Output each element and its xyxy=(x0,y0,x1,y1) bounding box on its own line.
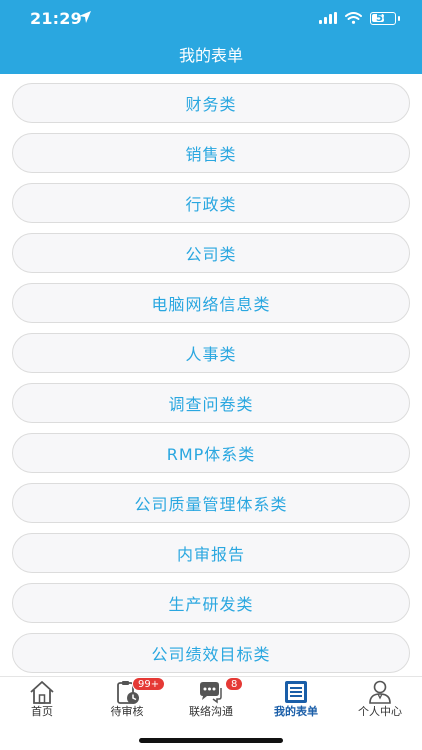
tab-my-forms[interactable]: 我的表单 xyxy=(254,677,338,725)
menu-item-hr[interactable]: 人事类 xyxy=(12,333,410,373)
tab-profile-label: 个人中心 xyxy=(358,705,402,718)
message-count-badge: 8 xyxy=(225,677,244,691)
tab-home-label: 首页 xyxy=(31,705,53,718)
menu-item-administration[interactable]: 行政类 xyxy=(12,183,410,223)
menu-item-it-network[interactable]: 电脑网络信息类 xyxy=(12,283,410,323)
menu-item-quality[interactable]: 公司质量管理体系类 xyxy=(12,483,410,523)
status-icons: 56 xyxy=(319,10,400,26)
menu-item-survey[interactable]: 调查问卷类 xyxy=(12,383,410,423)
location-arrow-icon xyxy=(79,11,91,23)
tab-pending-review-label: 待审核 xyxy=(110,705,144,718)
list-form-icon xyxy=(285,681,307,703)
tab-my-forms-label: 我的表单 xyxy=(274,705,318,718)
menu-item-company[interactable]: 公司类 xyxy=(12,233,410,273)
home-indicator xyxy=(139,738,283,743)
menu-item-audit-report[interactable]: 内审报告 xyxy=(12,533,410,573)
wifi-icon xyxy=(345,12,362,24)
status-bar: 21:29 56 xyxy=(0,0,422,36)
user-icon xyxy=(369,680,391,704)
battery-cap xyxy=(398,15,400,21)
form-category-list[interactable]: 财务类 销售类 行政类 公司类 电脑网络信息类 人事类 调查问卷类 RMP体系类… xyxy=(0,74,422,676)
menu-item-performance[interactable]: 公司绩效目标类 xyxy=(12,633,410,673)
chat-icon xyxy=(200,682,222,704)
tab-profile[interactable]: 个人中心 xyxy=(338,677,422,725)
tab-home[interactable]: 首页 xyxy=(0,677,84,725)
menu-item-finance[interactable]: 财务类 xyxy=(12,83,410,123)
menu-item-rmp[interactable]: RMP体系类 xyxy=(12,433,410,473)
home-icon xyxy=(30,681,54,704)
menu-item-sales[interactable]: 销售类 xyxy=(12,133,410,173)
page-title: 我的表单 xyxy=(178,46,243,65)
status-time: 21:29 xyxy=(30,9,82,28)
tab-pending-review[interactable]: 99+ 待审核 xyxy=(85,677,169,725)
menu-item-production-rd[interactable]: 生产研发类 xyxy=(12,583,410,623)
battery-level: 56 xyxy=(376,12,390,24)
pending-count-badge: 99+ xyxy=(132,677,166,691)
tab-communication[interactable]: 8 联络沟通 xyxy=(169,677,253,725)
tab-communication-label: 联络沟通 xyxy=(189,705,233,718)
top-bar: 21:29 56 我的表单 xyxy=(0,0,422,74)
battery-icon: 56 xyxy=(370,11,396,25)
signal-icon xyxy=(319,12,337,24)
